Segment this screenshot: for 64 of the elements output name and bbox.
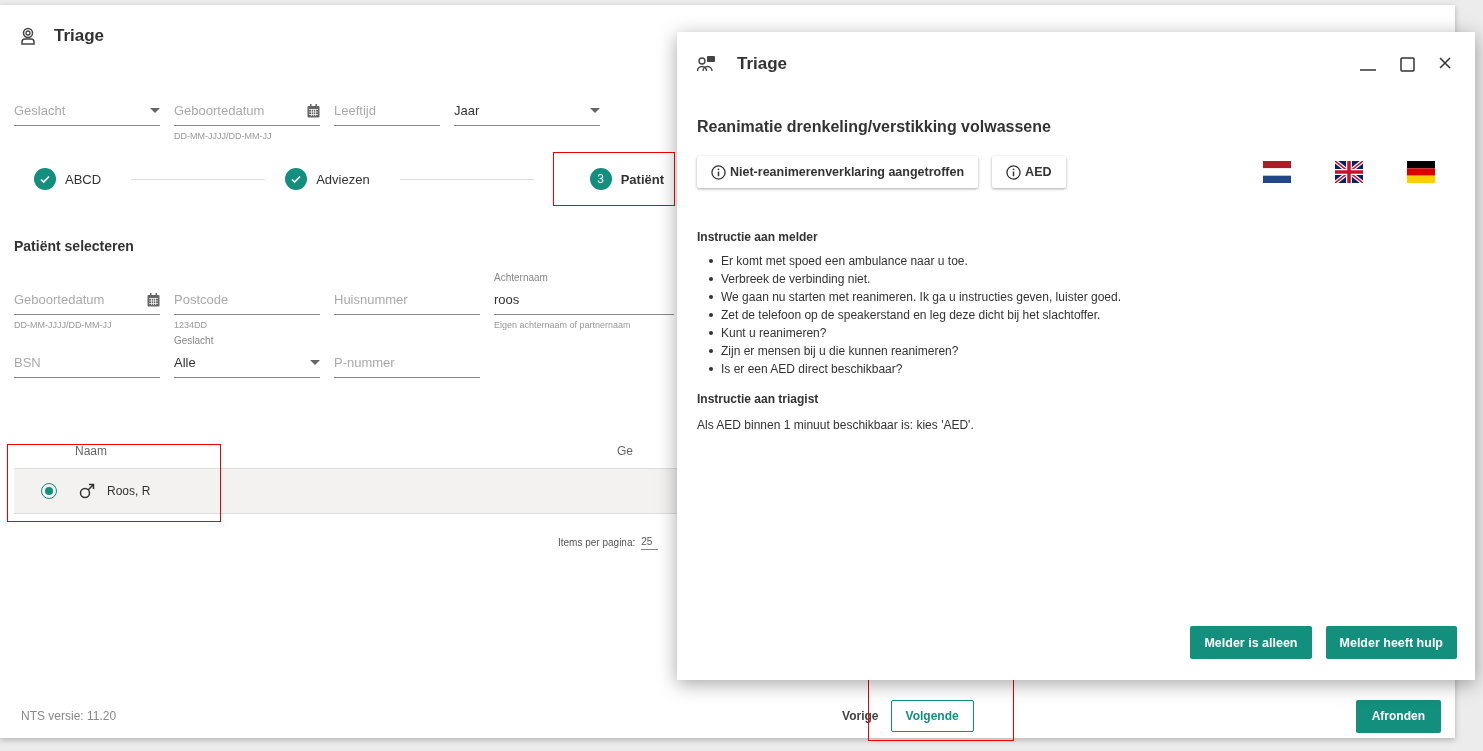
people-chat-icon: [697, 55, 717, 73]
action-button[interactable]: Melder is alleen: [1190, 626, 1312, 659]
instruction-text: Is er een AED direct beschikbaar?: [721, 362, 903, 376]
column-header[interactable]: Ge: [617, 444, 634, 468]
close-icon: [1439, 56, 1451, 69]
minimize-icon: [1360, 68, 1376, 71]
finish-button[interactable]: Afronden: [1355, 699, 1441, 733]
info-icon: [1006, 164, 1022, 180]
bullet-icon: [709, 367, 713, 371]
maximize-icon: [1400, 56, 1415, 72]
bullet-icon: [709, 295, 713, 299]
british-flag-icon[interactable]: [1335, 161, 1363, 183]
version-text: NTS versie: 11.20: [21, 709, 117, 723]
info-button[interactable]: Niet-reanimerenverklaring aangetroffen: [697, 156, 979, 188]
field-hint: Eigen achternaam of partnernaam: [494, 320, 632, 331]
field-label: Achternaam: [494, 272, 549, 285]
section-title: Instructie aan melder: [697, 230, 819, 244]
info-button[interactable]: AED: [992, 156, 1066, 188]
bullet-icon: [709, 277, 713, 281]
step-circle: 3: [589, 168, 612, 190]
next-button[interactable]: Volgende: [890, 700, 974, 732]
bullet-icon: [709, 349, 713, 353]
instruction-text: Als AED binnen 1 minuut beschikbaar is: kies 'AED'.: [697, 418, 975, 432]
field-hint: DD-MM-JJJJ/DD-MM-JJ: [14, 320, 113, 331]
page-size-select[interactable]: 25: [641, 534, 659, 550]
pagination-label: Items per pagina:: [558, 536, 636, 548]
instruction-text: We gaan nu starten met reanimeren. Ik ga u instructies geven, luister goed.: [721, 290, 1121, 304]
instruction-text: Zet de telefoon op de speakerstand en leg deze dicht bij het slachtoffer.: [721, 308, 1101, 322]
section-title: Instructie aan triagist: [697, 392, 820, 406]
caret-icon: [590, 108, 600, 113]
calendar-icon: [147, 292, 160, 307]
calendar-icon: [307, 103, 320, 118]
field-hint: 1234DD: [174, 320, 209, 331]
field-label: Geslacht: [174, 335, 215, 348]
action-button[interactable]: Melder heeft hulp: [1325, 626, 1457, 659]
select-field[interactable]: Alle: [174, 348, 320, 378]
input-field[interactable]: roos: [494, 285, 674, 315]
check-icon: [39, 173, 51, 185]
table-cell: Roos, R: [107, 484, 151, 498]
german-flag-icon[interactable]: [1407, 161, 1435, 183]
instruction-text: Zijn er mensen bij u die kunnen reanimeren?: [721, 344, 959, 358]
stepper-step[interactable]: 3 Patiënt: [553, 153, 674, 205]
male-symbol-icon: [79, 483, 95, 499]
dutch-flag-icon[interactable]: [1263, 161, 1291, 183]
window-title: Triage: [54, 26, 105, 46]
instruction-text: Kunt u reanimeren?: [721, 326, 827, 340]
bullet-icon: [709, 259, 713, 263]
section-title: Patiënt selecteren: [14, 238, 135, 254]
stepper-step[interactable]: Adviezen: [285, 153, 380, 205]
dialog-title: Triage: [737, 54, 788, 74]
column-header[interactable]: Naam: [75, 444, 107, 468]
person-headset-icon: [20, 27, 36, 45]
field-hint: DD-MM-JJJJ/DD-MM-JJ: [174, 131, 273, 142]
caret-icon: [310, 360, 320, 365]
info-icon: [711, 164, 726, 180]
instruction-text: Verbreek de verbinding niet.: [721, 272, 871, 286]
bullet-icon: [709, 331, 713, 335]
instruction-text: Er komt met spoed een ambulance naar u toe.: [721, 254, 968, 268]
check-icon: [290, 173, 303, 185]
select-field[interactable]: Jaar: [454, 96, 600, 126]
caret-icon: [150, 108, 160, 113]
dialog-heading: Reanimatie drenkeling/verstikking volwassene: [697, 118, 1052, 136]
bullet-icon: [709, 313, 713, 317]
stepper-step[interactable]: ABCD: [34, 153, 112, 205]
